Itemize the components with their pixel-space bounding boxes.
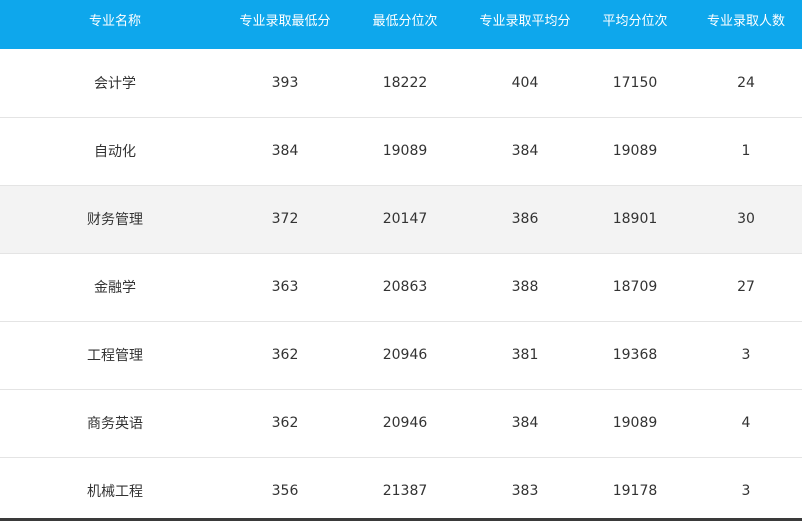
avg-score-cell: 384 [511,143,539,159]
avg-score-cell: 388 [511,279,539,295]
major-name-cell: 商务英语 [87,416,143,432]
min-score-cell: 393 [271,74,299,91]
header-admitted-count: 专业录取人数 [706,14,785,29]
min-score-cell: 362 [271,347,299,363]
table-row: 会计学 393 18222 404 17150 24 [0,49,802,117]
table-header-row: 专业名称 专业录取最低分 最低分位次 专业录取平均分 平均分位次 专业录取人数 [0,0,802,49]
header-min-score: 专业录取最低分 [239,14,331,29]
table-row: 机械工程 356 21387 383 19178 3 [0,457,802,521]
major-name-cell: 财务管理 [87,212,143,228]
admitted-count-cell: 27 [737,279,755,295]
admitted-count-cell: 3 [741,483,751,500]
min-rank-cell: 20147 [382,211,428,227]
avg-score-cell: 404 [511,74,539,91]
avg-rank-cell: 19178 [612,483,658,500]
avg-score-cell: 383 [511,483,539,500]
admitted-count-cell: 4 [741,415,751,431]
avg-rank-cell: 19089 [612,415,658,431]
avg-rank-cell: 17150 [612,74,658,91]
min-rank-cell: 19089 [382,143,428,159]
min-rank-cell: 20946 [382,415,428,431]
avg-score-cell: 386 [511,211,539,227]
table-row: 工程管理 362 20946 381 19368 3 [0,321,802,389]
avg-score-cell: 381 [511,347,539,363]
admitted-count-cell: 1 [741,143,751,159]
table-row: 金融学 363 20863 388 18709 27 [0,253,802,321]
table-row: 商务英语 362 20946 384 19089 4 [0,389,802,457]
header-avg-score-rank: 平均分位次 [602,14,668,29]
major-name-cell: 自动化 [94,144,136,160]
avg-rank-cell: 19089 [612,143,658,159]
min-score-cell: 363 [271,279,299,295]
min-score-cell: 384 [271,143,299,159]
header-avg-score: 专业录取平均分 [479,14,571,29]
header-major-name: 专业名称 [88,14,141,29]
min-rank-cell: 21387 [382,483,428,500]
major-name-cell: 机械工程 [87,484,143,501]
min-score-cell: 362 [271,415,299,431]
major-name-cell: 金融学 [94,280,136,296]
table-row: 自动化 384 19089 384 19089 1 [0,117,802,185]
admission-score-table-container: 专业名称 专业录取最低分 最低分位次 专业录取平均分 平均分位次 专业录取人数 … [0,0,802,521]
major-name-cell: 工程管理 [87,348,143,364]
min-score-cell: 372 [271,211,299,227]
avg-score-cell: 384 [511,415,539,431]
min-rank-cell: 20863 [382,279,428,295]
admitted-count-cell: 30 [737,211,755,227]
min-rank-cell: 20946 [382,347,428,363]
min-score-cell: 356 [271,483,299,500]
avg-rank-cell: 18901 [612,211,658,227]
avg-rank-cell: 19368 [612,347,658,363]
min-rank-cell: 18222 [382,74,428,91]
admission-score-table: 专业名称 专业录取最低分 最低分位次 专业录取平均分 平均分位次 专业录取人数 … [0,0,802,521]
avg-rank-cell: 18709 [612,279,658,295]
admitted-count-cell: 24 [737,74,755,91]
table-row-highlighted: 财务管理 372 20147 386 18901 30 [0,185,802,253]
major-name-cell: 会计学 [94,75,136,92]
header-min-score-rank: 最低分位次 [372,14,438,29]
admitted-count-cell: 3 [741,347,751,363]
